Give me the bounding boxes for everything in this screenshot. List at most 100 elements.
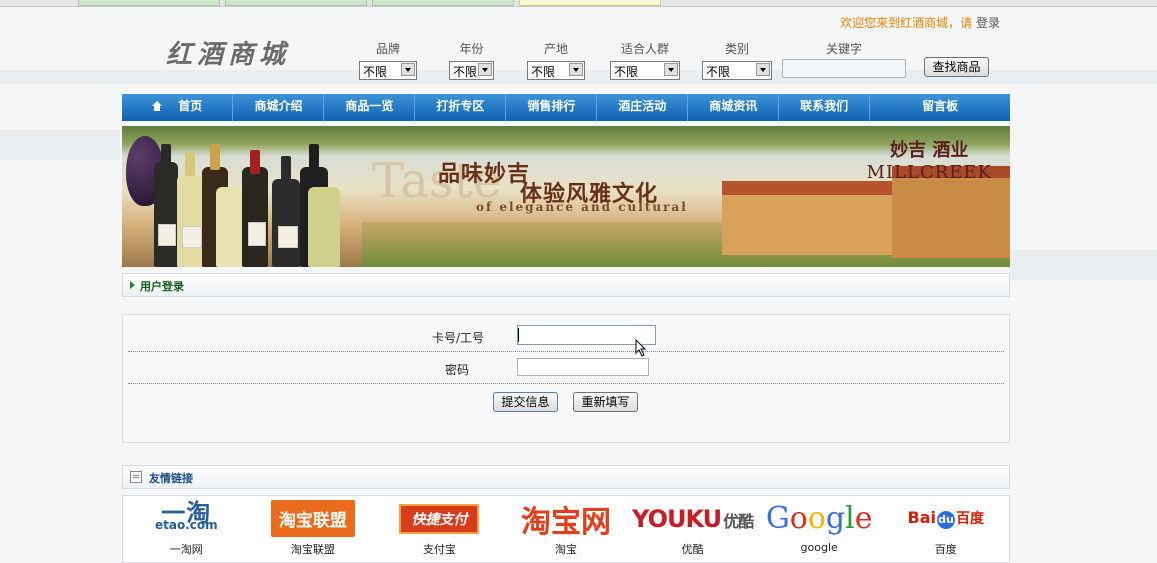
nav-item-ranking[interactable]: 销售排行	[506, 94, 598, 121]
partner-link-baidu[interactable]: Bai du 百度 百度	[882, 496, 1009, 562]
list-box-icon	[130, 471, 142, 483]
browser-tab[interactable]	[78, 0, 220, 6]
logo-area: 一淘 etao.com	[123, 496, 250, 541]
section-title: 用户登录	[140, 280, 184, 293]
welcome-bar: 欢迎您来到红酒商城，请 登录	[840, 14, 1000, 31]
banner-subtitle: of elegance and cultural	[476, 200, 688, 214]
year-select[interactable]: 不限	[449, 61, 494, 80]
chevron-down-icon	[756, 63, 770, 76]
bottle-neck	[309, 144, 319, 168]
select-value: 不限	[363, 65, 388, 79]
card-number-label: 卡号/工号	[432, 331, 485, 345]
keyword-label: 关键字	[826, 42, 863, 56]
bottle-label	[182, 226, 202, 248]
nav-item-news[interactable]: 商城资讯	[688, 94, 780, 121]
origin-select[interactable]: 不限	[527, 61, 585, 80]
chevron-down-icon	[664, 63, 678, 76]
partner-name: google	[800, 541, 838, 554]
winery-building-graphic	[722, 181, 902, 255]
browser-tab[interactable]	[519, 0, 661, 6]
password-input[interactable]	[517, 358, 649, 376]
text-caret	[518, 328, 519, 342]
youku-logo: YOUKU 优酷	[632, 504, 754, 533]
search-button[interactable]: 查找商品	[924, 57, 989, 77]
bottle-neck	[210, 144, 220, 170]
submit-button[interactable]: 提交信息	[493, 392, 558, 412]
etao-logo: 一淘 etao.com	[154, 501, 218, 532]
site-logo[interactable]: 红酒商城	[166, 34, 290, 71]
partner-link-taobao-union[interactable]: 淘宝联盟 淘宝联盟	[250, 496, 377, 562]
mouse-cursor-icon	[635, 339, 647, 357]
nav-item-contact[interactable]: 联系我们	[779, 94, 871, 121]
partner-link-google[interactable]: Google google	[756, 496, 883, 562]
brand-logo-en: MILLCREEK	[866, 162, 992, 183]
category-select[interactable]: 不限	[702, 61, 772, 80]
password-label: 密码	[445, 363, 470, 377]
google-logo: Google	[765, 501, 873, 536]
partner-link-youku[interactable]: YOUKU 优酷 优酷	[629, 496, 756, 562]
bottle-neck	[185, 152, 195, 176]
baidu-logo-bai: Bai	[907, 508, 936, 527]
alipay-logo: 快捷支付	[399, 503, 480, 534]
brand-logo-cn: 妙吉 酒业	[890, 140, 969, 161]
login-form: 卡号/工号 密码 提交信息 重新填写	[122, 314, 1010, 443]
select-value: 不限	[531, 65, 556, 79]
etao-logo-en: etao.com	[154, 517, 218, 532]
select-value: 不限	[614, 65, 639, 79]
chevron-down-icon	[401, 63, 415, 76]
welcome-text: 欢迎您来到红酒商城，请	[840, 16, 973, 30]
nav-item-about[interactable]: 商城介绍	[233, 94, 325, 121]
nav-item-guestbook[interactable]: 留言板	[870, 94, 1010, 121]
filter-label: 适合人群	[620, 42, 669, 56]
partner-name: 淘宝联盟	[290, 543, 335, 556]
logo-area: 快捷支付	[376, 496, 503, 541]
partner-name: 淘宝	[555, 543, 578, 556]
nav-item-winery-events[interactable]: 酒庄活动	[597, 94, 689, 121]
audience-select[interactable]: 不限	[610, 61, 680, 80]
hero-banner: Taste 品味妙吉 体验风雅文化 of elegance and cultur…	[122, 126, 1010, 267]
partner-links: 一淘 etao.com 一淘网 淘宝联盟 淘宝联盟 快捷支付 支付宝 淘宝网 淘宝…	[122, 495, 1010, 563]
browser-tab[interactable]	[225, 0, 367, 6]
logo-area: 淘宝网	[503, 496, 630, 541]
section-title: 友情链接	[149, 472, 193, 485]
partner-name: 支付宝	[422, 543, 456, 556]
login-link[interactable]: 登录	[976, 16, 1000, 30]
partner-link-taobao[interactable]: 淘宝网 淘宝	[503, 496, 630, 562]
filter-brand: 品牌 不限	[359, 40, 417, 83]
logo-area: Bai du 百度	[882, 496, 1009, 541]
brand-select[interactable]: 不限	[359, 61, 417, 80]
reset-button[interactable]: 重新填写	[573, 392, 638, 412]
bottle-label	[248, 222, 266, 246]
filter-label: 产地	[543, 42, 568, 56]
taobao-logo: 淘宝网	[521, 504, 612, 540]
partner-link-alipay[interactable]: 快捷支付 支付宝	[376, 496, 503, 562]
brand-logo: 妙吉 酒业 MILLCREEK	[867, 136, 993, 183]
logo-area: 淘宝联盟	[250, 496, 377, 541]
browser-tab[interactable]	[372, 0, 514, 6]
bottle-label	[278, 226, 298, 248]
nav-item-home[interactable]: 首页	[122, 94, 234, 121]
wine-bottle-graphic	[308, 187, 340, 267]
partner-link-etao[interactable]: 一淘 etao.com 一淘网	[123, 496, 250, 562]
wine-bottle-graphic	[216, 187, 244, 267]
youku-logo-en: YOUKU	[632, 504, 722, 533]
nav-item-discount[interactable]: 打折专区	[415, 94, 507, 121]
filter-category: 类别 不限	[702, 40, 772, 83]
filter-label: 年份	[459, 42, 484, 56]
select-value: 不限	[453, 65, 478, 79]
logo-area: Google	[756, 496, 883, 541]
wine-bottle-graphic	[242, 167, 268, 267]
background-artifact	[0, 130, 120, 160]
browser-tab-strip	[0, 0, 1157, 7]
filter-origin: 产地 不限	[527, 40, 585, 83]
keyword-input[interactable]	[782, 59, 906, 78]
filter-label: 品牌	[375, 42, 400, 56]
nav-item-products[interactable]: 商品一览	[324, 94, 416, 121]
divider	[128, 383, 1004, 384]
logo-area: YOUKU 优酷	[629, 496, 756, 541]
bottle-neck	[281, 156, 291, 180]
home-icon	[152, 101, 163, 111]
baidu-logo: Bai du 百度	[908, 508, 984, 529]
bottle-label	[158, 224, 176, 246]
partner-name: 百度	[934, 543, 957, 556]
